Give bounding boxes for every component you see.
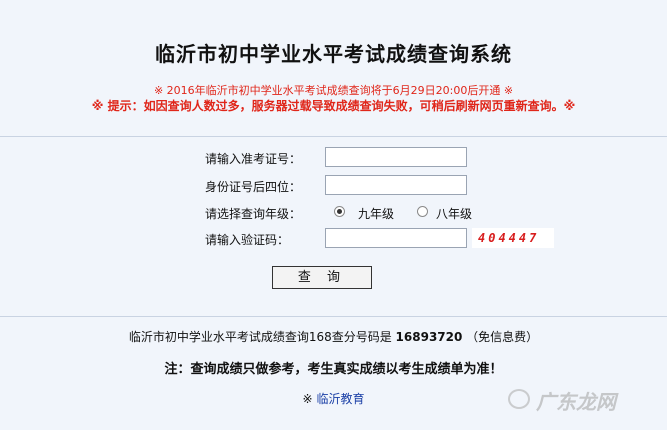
form-divider: [0, 316, 667, 317]
tip-notice: ※ 提示：如因查询人数过多，服务器过载导致成绩查询失败，可稍后刷新网页重新查询。…: [91, 99, 576, 113]
linyi-education-link[interactable]: 临沂教育: [316, 392, 364, 406]
id-last4-input[interactable]: [325, 175, 467, 195]
sms-number: 16893720: [395, 330, 463, 344]
grade-radio-9-label[interactable]: 九年级: [358, 205, 394, 222]
id-last4-label: 身份证号后四位：: [205, 180, 302, 194]
captcha-image[interactable]: 404447: [472, 228, 554, 248]
watermark-text: 广东龙网: [536, 390, 616, 414]
grade-radio-8[interactable]: [417, 206, 428, 217]
header-divider: [0, 136, 667, 137]
sms-note: （免信息费）: [466, 330, 539, 344]
grade-radio-9[interactable]: [334, 206, 345, 217]
query-button[interactable]: 查 询: [272, 266, 372, 289]
captcha-label: 请输入验证码：: [205, 233, 290, 247]
exam-no-input[interactable]: [325, 147, 467, 167]
watermark: 广东龙网: [508, 386, 658, 418]
wechat-icon: [508, 389, 530, 409]
link-prefix: ※: [302, 392, 313, 406]
open-notice: ※ 2016年临沂市初中学业水平考试成绩查询将于6月29日20:00后开通 ※: [153, 84, 514, 97]
disclaimer: 注：查询成绩只做参考，考生真实成绩以考生成绩单为准！: [164, 362, 503, 377]
captcha-input[interactable]: [325, 228, 467, 248]
sms-text: 临沂市初中学业水平考试成绩查询168查分号码是: [128, 330, 392, 344]
page-title: 临沂市初中学业水平考试成绩查询系统: [155, 42, 512, 66]
grade-label: 请选择查询年级：: [205, 207, 302, 221]
grade-radio-8-label[interactable]: 八年级: [436, 205, 472, 222]
sms-info: 临沂市初中学业水平考试成绩查询168查分号码是 16893720 （免信息费）: [0, 328, 667, 345]
exam-no-label: 请输入准考证号：: [205, 152, 302, 166]
